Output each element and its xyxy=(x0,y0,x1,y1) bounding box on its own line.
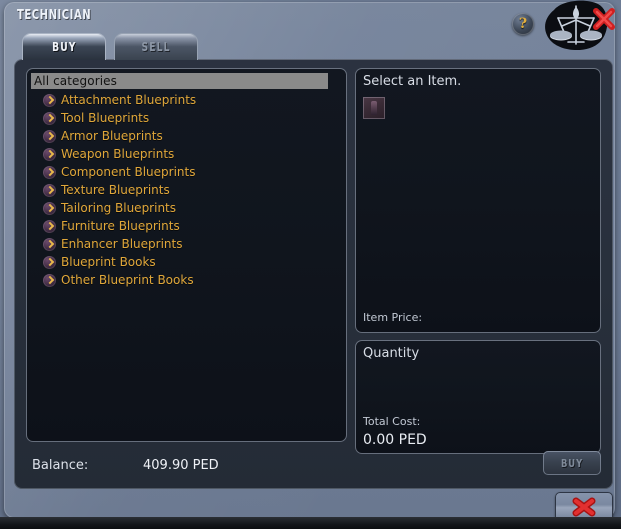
list-item-label: Other Blueprint Books xyxy=(61,273,194,287)
list-item[interactable]: Enhancer Blueprints xyxy=(31,235,331,253)
question-mark-icon: ? xyxy=(518,16,528,32)
close-button[interactable] xyxy=(555,492,613,522)
list-item-label: Tailoring Blueprints xyxy=(61,201,177,215)
list-item[interactable]: Attachment Blueprints xyxy=(31,91,331,109)
balance-value: 409.90 PED xyxy=(143,458,219,473)
item-thumbnail-icon[interactable] xyxy=(363,97,385,119)
list-item-label: Texture Blueprints xyxy=(61,183,170,197)
list-item[interactable]: Furniture Blueprints xyxy=(31,217,331,235)
tab-buy[interactable]: BUY xyxy=(22,33,106,60)
item-price-label: Item Price: xyxy=(363,311,423,324)
category-items: Attachment Blueprints Tool Blueprints Ar… xyxy=(31,91,331,289)
total-cost-label: Total Cost: xyxy=(363,415,421,428)
list-item[interactable]: Blueprint Books xyxy=(31,253,331,271)
tab-sell-label: SELL xyxy=(141,40,171,54)
balance-label: Balance: xyxy=(32,458,89,473)
quantity-label: Quantity xyxy=(363,346,420,361)
arrow-right-circle-icon xyxy=(43,147,56,161)
all-categories-label: All categories xyxy=(34,74,117,88)
list-item[interactable]: Weapon Blueprints xyxy=(31,145,331,163)
buy-button-label: BUY xyxy=(560,456,584,470)
quantity-input[interactable] xyxy=(363,370,591,390)
help-button[interactable]: ? xyxy=(512,13,534,35)
arrow-right-circle-icon xyxy=(43,111,56,125)
list-item[interactable]: Texture Blueprints xyxy=(31,181,331,199)
buy-button[interactable]: BUY xyxy=(543,451,601,475)
total-cost-value: 0.00 PED xyxy=(363,432,427,448)
window-titlebar[interactable]: TECHNICIAN ? xyxy=(4,0,618,51)
arrow-right-circle-icon xyxy=(43,129,56,143)
list-item[interactable]: Other Blueprint Books xyxy=(31,271,331,289)
list-item[interactable]: Tool Blueprints xyxy=(31,109,331,127)
list-item[interactable]: Component Blueprints xyxy=(31,163,331,181)
list-item[interactable]: Armor Blueprints xyxy=(31,127,331,145)
item-details-panel: Select an Item. Item Price: xyxy=(355,68,601,333)
list-item-label: Weapon Blueprints xyxy=(61,147,175,161)
list-item-label: Furniture Blueprints xyxy=(61,219,180,233)
arrow-right-circle-icon xyxy=(43,273,56,287)
arrow-right-circle-icon xyxy=(43,93,56,107)
technician-window: TECHNICIAN ? BUY SELL All categories Att… xyxy=(4,0,618,522)
list-item-label: Enhancer Blueprints xyxy=(61,237,183,251)
list-item-label: Armor Blueprints xyxy=(61,129,163,143)
list-item-label: Component Blueprints xyxy=(61,165,196,179)
all-categories-header[interactable]: All categories xyxy=(31,73,328,89)
arrow-right-circle-icon xyxy=(43,183,56,197)
titlebar-close-button[interactable] xyxy=(590,6,618,32)
item-panel-title: Select an Item. xyxy=(363,74,462,89)
list-item[interactable]: Tailoring Blueprints xyxy=(31,199,331,217)
category-list-scroll[interactable]: All categories Attachment Blueprints Too… xyxy=(26,68,347,442)
tab-sell[interactable]: SELL xyxy=(114,33,198,60)
category-list-panel: All categories Attachment Blueprints Too… xyxy=(26,68,347,442)
close-x-icon xyxy=(572,497,596,517)
arrow-right-circle-icon xyxy=(43,165,56,179)
page-title: TECHNICIAN xyxy=(17,8,92,23)
arrow-right-circle-icon xyxy=(43,201,56,215)
list-item-label: Attachment Blueprints xyxy=(61,93,197,107)
quantity-panel: Quantity Total Cost: 0.00 PED xyxy=(355,340,601,454)
window-body: All categories Attachment Blueprints Too… xyxy=(14,59,613,489)
arrow-right-circle-icon xyxy=(43,255,56,269)
list-item-label: Tool Blueprints xyxy=(61,111,150,125)
tab-buy-label: BUY xyxy=(51,40,77,54)
close-x-icon xyxy=(593,8,615,30)
game-screen: TECHNICIAN ? BUY SELL All categories Att… xyxy=(0,0,621,529)
arrow-right-circle-icon xyxy=(43,219,56,233)
arrow-right-circle-icon xyxy=(43,237,56,251)
list-item-label: Blueprint Books xyxy=(61,255,156,269)
